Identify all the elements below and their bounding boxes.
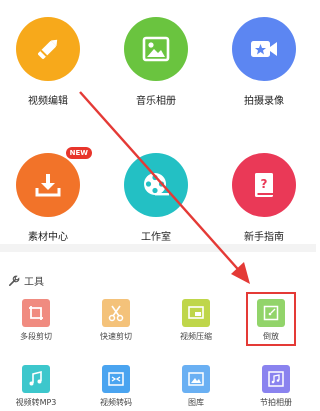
book-icon: ? (255, 173, 273, 197)
pencil-icon (38, 39, 58, 59)
beginner-guide-item[interactable]: ? 新手指南 (224, 153, 304, 243)
music-album-circle (124, 17, 188, 81)
gallery-icon (188, 372, 204, 386)
beginner-guide-circle: ? (232, 153, 296, 217)
music-album-item[interactable]: 音乐相册 (116, 17, 196, 107)
tools-header-label: 工具 (24, 277, 44, 288)
material-center-circle: NEW (16, 147, 92, 217)
image-icon (142, 36, 170, 62)
studio-item[interactable]: 工作室 (116, 153, 196, 243)
video-edit-label: 视频编辑 (28, 96, 68, 107)
compress-icon (188, 306, 204, 319)
camera-record-circle (232, 17, 296, 81)
multi-segment-cut-tile (22, 299, 50, 327)
quick-cut-label: 快速剪切 (100, 332, 132, 341)
scissors-icon (108, 305, 124, 322)
music-album-label: 音乐相册 (136, 96, 176, 107)
video-camera-icon (251, 41, 277, 57)
gallery-tile (182, 365, 210, 393)
studio-circle (124, 153, 188, 217)
beat-album-tile (262, 365, 290, 393)
video-transcode-item[interactable]: 视频转码 (80, 365, 152, 408)
beginner-guide-label: 新手指南 (244, 232, 284, 243)
section-divider (0, 244, 316, 252)
camera-record-item[interactable]: 拍摄录像 (224, 17, 304, 107)
quick-cut-tile (102, 299, 130, 327)
video-compress-tile (182, 299, 210, 327)
transcode-icon (108, 372, 124, 386)
crop-icon (29, 306, 43, 320)
video-to-mp3-item[interactable]: 视频转MP3 (0, 365, 72, 408)
video-transcode-label: 视频转码 (100, 398, 132, 407)
beat-album-label: 节拍相册 (260, 398, 292, 407)
gallery-item[interactable]: 图库 (160, 365, 232, 408)
video-edit-circle (16, 17, 80, 81)
music-note-icon (29, 370, 42, 386)
video-to-mp3-label: 视频转MP3 (15, 398, 57, 407)
multi-segment-cut-item[interactable]: 多段剪切 (0, 299, 72, 342)
film-reel-icon (144, 173, 169, 196)
video-compress-label: 视频压缩 (180, 332, 212, 341)
video-edit-item[interactable]: 视频编辑 (8, 17, 88, 107)
studio-label: 工作室 (141, 232, 171, 243)
video-to-mp3-tile (22, 365, 50, 393)
svg-text:?: ? (261, 177, 268, 191)
download-icon (35, 174, 61, 197)
beat-album-icon (268, 371, 284, 387)
wrench-icon (8, 275, 20, 286)
beat-album-item[interactable]: 节拍相册 (240, 365, 312, 408)
video-compress-item[interactable]: 视频压缩 (160, 299, 232, 342)
annotation-highlight-box (246, 292, 296, 346)
material-center-item[interactable]: NEW 素材中心 (8, 147, 92, 243)
multi-segment-cut-label: 多段剪切 (20, 332, 52, 341)
material-center-label: 素材中心 (28, 232, 68, 243)
quick-cut-item[interactable]: 快速剪切 (80, 299, 152, 342)
new-badge: NEW (65, 147, 92, 159)
gallery-label: 图库 (188, 398, 204, 407)
camera-record-label: 拍摄录像 (244, 96, 284, 107)
tools-header: 工具 (8, 273, 44, 288)
video-transcode-tile (102, 365, 130, 393)
